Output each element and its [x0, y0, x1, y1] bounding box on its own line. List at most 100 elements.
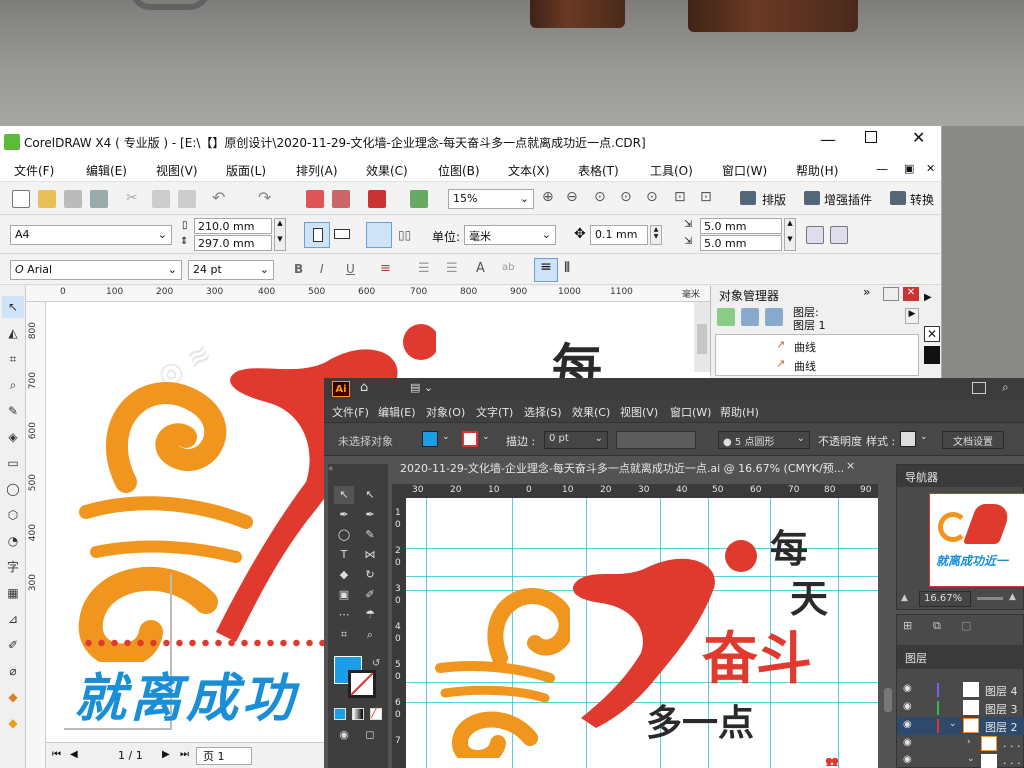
- nudge-spinner[interactable]: ▲ ▼: [650, 225, 662, 245]
- ai-type-tool-icon[interactable]: T: [334, 546, 354, 564]
- duplicate-x-field[interactable]: 5.0 mm: [700, 218, 782, 234]
- navigator-thumbnail[interactable]: 就离成功近一: [929, 493, 1024, 587]
- visibility-eye-icon[interactable]: ◉: [903, 754, 912, 765]
- ai-menu-window[interactable]: 窗口(W): [670, 404, 711, 420]
- ai-reflect-tool-icon[interactable]: ⋈: [360, 546, 380, 564]
- dropcap-icon[interactable]: ☰: [446, 261, 458, 276]
- basic-shapes-tool-icon[interactable]: ◔: [2, 530, 24, 552]
- navigator-zoom-field[interactable]: 16.67%: [919, 591, 971, 607]
- ai-zoom-tool-icon[interactable]: ⌕: [360, 626, 380, 644]
- menu-file[interactable]: 文件(F): [14, 162, 54, 179]
- ai-menu-help[interactable]: 帮助(H): [720, 404, 759, 420]
- tools-collapse-icon[interactable]: «: [328, 464, 334, 474]
- pick-tool-icon[interactable]: ↖: [2, 296, 24, 318]
- prev-page-icon[interactable]: ◀: [70, 749, 78, 760]
- zoom-out-icon[interactable]: ⊖: [566, 189, 578, 205]
- palette-scroll-icon[interactable]: ▶: [924, 292, 932, 303]
- ai-eraser-tool-icon[interactable]: ◆: [334, 566, 354, 584]
- panel-icon-1[interactable]: ⊞: [903, 619, 912, 632]
- eyedropper-tool-icon[interactable]: ✐: [2, 634, 24, 656]
- color-mode-icon[interactable]: [334, 708, 346, 720]
- save-icon[interactable]: [64, 190, 82, 208]
- ai-rotate-tool-icon[interactable]: ↻: [360, 566, 380, 584]
- expand-layer-icon[interactable]: ⌄: [949, 719, 957, 729]
- rectangle-tool-icon[interactable]: ▭: [2, 452, 24, 474]
- last-page-icon[interactable]: ⏭: [180, 749, 189, 760]
- black-swatch[interactable]: [924, 346, 940, 364]
- zoom-tool-icon[interactable]: ⌕: [2, 374, 24, 396]
- ai-horizontal-ruler[interactable]: 30 20 10 0 10 20 30 40 50 60 70 80 90: [392, 484, 878, 498]
- arrange-docs-icon[interactable]: [972, 382, 986, 394]
- ai-pen-tool-icon[interactable]: ✒: [334, 506, 354, 524]
- ai-symbol-tool-icon[interactable]: ☂: [360, 606, 380, 624]
- docker-close-icon[interactable]: ✕: [903, 287, 919, 301]
- variable-width-field[interactable]: [616, 431, 696, 449]
- menu-layout[interactable]: 版面(L): [226, 162, 266, 179]
- menu-help[interactable]: 帮助(H): [796, 162, 838, 179]
- ai-menu-edit[interactable]: 编辑(E): [378, 404, 416, 420]
- edit-page-icon[interactable]: [830, 226, 848, 244]
- zoom-width-icon[interactable]: ⊡: [674, 189, 686, 205]
- docker-minimize-icon[interactable]: [883, 287, 899, 301]
- ai-menu-object[interactable]: 对象(O): [426, 404, 465, 420]
- ai-curvature-tool-icon[interactable]: ✒: [360, 506, 380, 524]
- ai-scroll-thumb[interactable]: [884, 688, 892, 712]
- panel-icon-2[interactable]: ⧉: [933, 619, 941, 633]
- redo-icon[interactable]: ↷: [258, 188, 271, 207]
- ai-artboard-tool-icon[interactable]: ⌗: [334, 626, 354, 644]
- ai-canvas[interactable]: 每 天 奋斗 多一点: [406, 498, 878, 768]
- visibility-eye-icon[interactable]: ◉: [903, 683, 912, 694]
- size-spinner[interactable]: ▲ ▼: [274, 218, 286, 251]
- ai-gradient-tool-icon[interactable]: ▣: [334, 586, 354, 604]
- menu-table[interactable]: 表格(T): [578, 162, 619, 179]
- menu-arrange[interactable]: 排列(A): [296, 162, 338, 179]
- stroke-swatch[interactable]: [462, 431, 478, 447]
- edit-across-layers-icon[interactable]: [741, 308, 759, 326]
- doc-restore-icon[interactable]: ▣: [904, 162, 914, 175]
- doc-close-icon[interactable]: ✕: [926, 162, 935, 175]
- page-width-field[interactable]: 210.0 mm: [194, 218, 272, 234]
- ai-selection-tool-icon[interactable]: ↖: [334, 486, 354, 504]
- zoom-all-icon[interactable]: ⊙: [620, 189, 632, 205]
- polygon-tool-icon[interactable]: ⬡: [2, 504, 24, 526]
- treat-as-filled-icon[interactable]: [806, 226, 824, 244]
- panel-icon-3[interactable]: ▢: [961, 619, 971, 632]
- visibility-eye-icon[interactable]: ◉: [903, 737, 912, 748]
- doc-minimize-icon[interactable]: —: [876, 162, 888, 176]
- convert-label[interactable]: 转换: [910, 191, 934, 208]
- screen-mode-icon[interactable]: ◻: [360, 726, 380, 744]
- fill-tool-icon[interactable]: ◆: [2, 686, 24, 708]
- all-pages-button[interactable]: [366, 222, 392, 248]
- ai-search-icon[interactable]: ⌕: [1002, 380, 1009, 395]
- menu-bitmaps[interactable]: 位图(B): [438, 162, 480, 179]
- font-size-select[interactable]: 24 pt ⌄: [188, 260, 274, 280]
- navigator-zoom-slider[interactable]: [977, 597, 1003, 600]
- align-icon[interactable]: ≡: [380, 261, 391, 276]
- navigator-zoom-in-icon[interactable]: ▲: [1009, 592, 1016, 602]
- layer-row[interactable]: ◉ 图层 3: [897, 699, 1024, 717]
- fill-dropdown-icon[interactable]: ⌄: [442, 432, 450, 442]
- open-icon[interactable]: [38, 190, 56, 208]
- zoom-page-icon[interactable]: ⊙: [646, 189, 658, 205]
- ai-vertical-ruler[interactable]: 1 0 2 0 3 0 4 0 5 0 6 0 7: [392, 498, 406, 768]
- object-item[interactable]: 曲线: [794, 358, 816, 374]
- horizontal-ruler[interactable]: 0 100 200 300 400 500 600 700 800 900 10…: [26, 286, 710, 302]
- zoom-in-icon[interactable]: ⊕: [542, 189, 554, 205]
- stroke-weight-field[interactable]: 0 pt ⌄: [544, 431, 608, 449]
- ai-menu-file[interactable]: 文件(F): [332, 404, 369, 420]
- interactive-fill-tool-icon[interactable]: ◆: [2, 712, 24, 734]
- navigator-zoom-out-icon[interactable]: ▲: [901, 593, 908, 603]
- shape-tool-icon[interactable]: ◭: [2, 322, 24, 344]
- doc-settings-button[interactable]: 文档设置: [942, 431, 1004, 449]
- print-icon[interactable]: [90, 190, 108, 208]
- layer-flyout-icon[interactable]: ▶: [905, 308, 919, 324]
- canvas-scrollbar[interactable]: [694, 302, 710, 372]
- zoom-level-field[interactable]: 15% ⌄: [448, 189, 534, 209]
- close-icon[interactable]: ✕: [912, 128, 925, 147]
- cut-icon[interactable]: ✂: [126, 190, 144, 208]
- smart-fill-tool-icon[interactable]: ◈: [2, 426, 24, 448]
- menu-edit[interactable]: 编辑(E): [86, 162, 127, 179]
- sublayer-row[interactable]: ◉ › . . .: [897, 735, 1024, 753]
- docker-expand-icon[interactable]: »: [863, 285, 870, 299]
- vertical-ruler[interactable]: 800 700 600 500 400 300: [26, 302, 46, 768]
